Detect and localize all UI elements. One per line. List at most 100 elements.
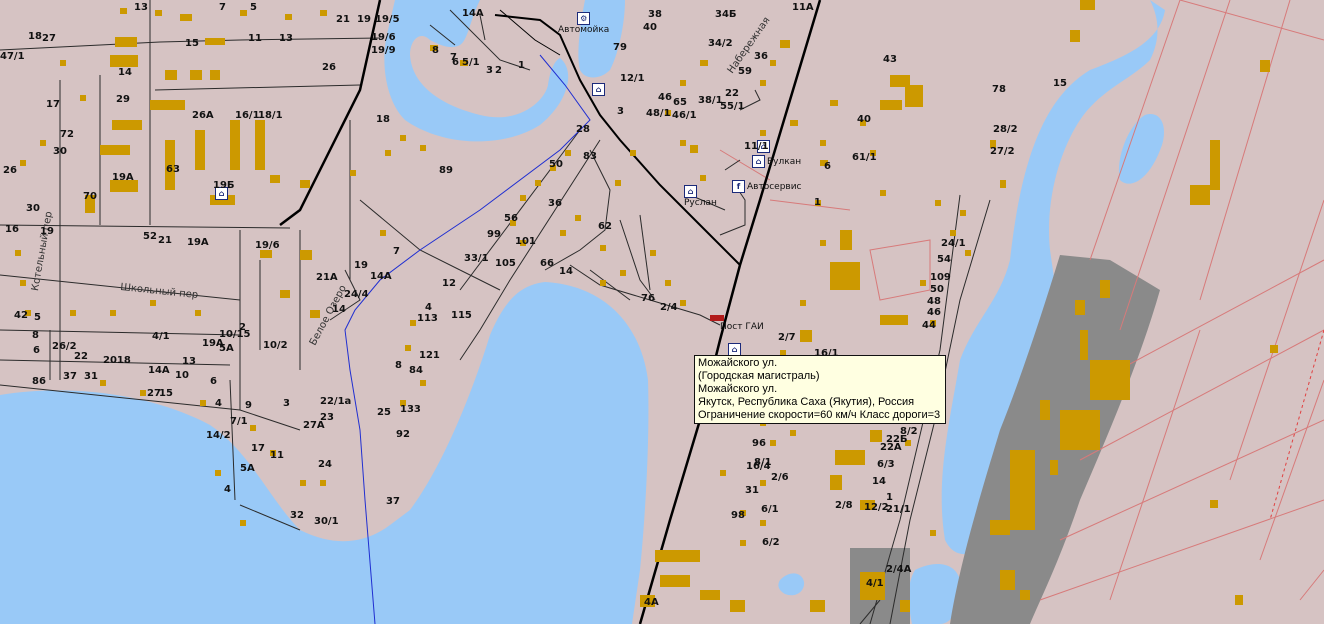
house-number-label: 4 bbox=[215, 398, 222, 409]
house-number-label: 4/1 bbox=[866, 578, 884, 589]
house-number-label: 26А bbox=[192, 110, 214, 121]
house-number-label: 27/2 bbox=[990, 146, 1015, 157]
house-number-label: 1 bbox=[518, 60, 525, 71]
car-wash-icon: ⚙ bbox=[577, 12, 591, 25]
tooltip-line-attributes: Ограничение скорости=60 км/ч Класс дорог… bbox=[698, 409, 941, 421]
house-number-label: 8 bbox=[395, 360, 402, 371]
house-number-label: 6/2 bbox=[762, 537, 780, 548]
house-number-label: 99 bbox=[487, 229, 501, 240]
poi-ruslan[interactable]: ⌂ Руслан bbox=[684, 185, 717, 208]
house-number-label: 27А bbox=[303, 420, 325, 431]
house-number-label: 8 bbox=[432, 45, 439, 56]
house-number-label: 47/1 bbox=[0, 51, 25, 62]
house-number-label: 15 bbox=[185, 38, 199, 49]
house-number-label: 5А bbox=[240, 463, 255, 474]
house-number-label: 22 bbox=[74, 351, 88, 362]
house-number-label: 6 bbox=[824, 161, 831, 172]
house-number-label: 3 bbox=[617, 106, 624, 117]
poi-label: Руслан bbox=[684, 198, 717, 208]
house-number-label: 10 bbox=[175, 370, 189, 381]
house-number-label: 19/6 bbox=[371, 32, 396, 43]
house-number-label: 4 bbox=[224, 484, 231, 495]
house-number-label: 44 bbox=[922, 320, 936, 331]
house-number-label: 26/2 bbox=[52, 341, 77, 352]
house-number-label: 15 bbox=[159, 388, 173, 399]
house-number-label: 2/8 bbox=[835, 500, 853, 511]
gai-post-marker bbox=[710, 315, 724, 321]
house-number-label: 4/1 bbox=[152, 331, 170, 342]
house-number-label: 31 bbox=[84, 371, 98, 382]
house-number-label: 2 bbox=[495, 65, 502, 76]
house-number-label: 48 bbox=[927, 296, 941, 307]
house-number-label: 3 bbox=[486, 65, 493, 76]
house-number-label: 8/1 bbox=[754, 457, 772, 468]
tooltip-line-road-type: (Городская магистраль) bbox=[698, 370, 820, 382]
house-number-label: 17 bbox=[46, 99, 60, 110]
house-number-label: 2 bbox=[239, 322, 246, 333]
house-number-label: 19/6 bbox=[255, 240, 280, 251]
house-number-label: 6 bbox=[33, 345, 40, 356]
house-number-label: 55/1 bbox=[720, 101, 745, 112]
house-number-label: 40 bbox=[643, 22, 657, 33]
house-number-label: 52 bbox=[143, 231, 157, 242]
house-number-label: 30 bbox=[26, 203, 40, 214]
house-number-label: 65 bbox=[673, 97, 687, 108]
house-number-label: 109 bbox=[930, 272, 951, 283]
house-number-label: 36 bbox=[548, 198, 562, 209]
poi-label: Автосервис bbox=[747, 181, 802, 192]
house-number-label: 21А bbox=[316, 272, 338, 283]
house-number-label: 76 bbox=[641, 293, 655, 304]
house-number-label: 33/1 bbox=[464, 253, 489, 264]
house-number-label: 14 bbox=[872, 476, 886, 487]
house-number-label: 86 bbox=[32, 376, 46, 387]
house-number-label: 50 bbox=[930, 284, 944, 295]
poi-avtoservis[interactable]: f Автосервис bbox=[732, 180, 802, 193]
house-number-label: 27 bbox=[42, 33, 56, 44]
house-number-label: 13 bbox=[182, 356, 196, 367]
feature-tooltip: Можайского ул. (Городская магистраль) Мо… bbox=[694, 355, 946, 424]
house-number-label: 30/1 bbox=[314, 516, 339, 527]
house-number-label: 38/1 bbox=[698, 95, 723, 106]
house-number-label: 6/3 bbox=[877, 459, 895, 470]
house-number-label: 40 bbox=[857, 114, 871, 125]
house-number-label: 4 bbox=[425, 302, 432, 313]
poi-vulkan[interactable]: ⌂ Вулкан bbox=[752, 155, 801, 168]
house-number-label: 24/1 bbox=[941, 238, 966, 249]
house-number-label: 63 bbox=[166, 164, 180, 175]
house-number-label: 9 bbox=[245, 400, 252, 411]
house-number-label: 26 bbox=[3, 165, 17, 176]
poi-post-gai[interactable]: Пост ГАИ bbox=[720, 322, 764, 332]
house-number-label: 61/1 bbox=[852, 152, 877, 163]
house-number-label: 22/1а bbox=[320, 396, 352, 407]
house-number-label: 46/1 bbox=[672, 110, 697, 121]
house-number-label: 4А bbox=[644, 597, 659, 608]
house-number-label: 54 bbox=[937, 254, 951, 265]
house-number-label: 12/2 bbox=[864, 502, 889, 513]
poi-small-icon[interactable]: ⌂ bbox=[592, 83, 605, 96]
house-number-label: 59 bbox=[738, 66, 752, 77]
poi-label: Вулкан bbox=[767, 156, 802, 167]
house-number-label: 14 bbox=[332, 304, 346, 315]
house-number-label: 19 bbox=[354, 260, 368, 271]
house-number-label: 115 bbox=[451, 310, 472, 321]
house-number-label: 38 bbox=[648, 9, 662, 20]
house-number-label: 29 bbox=[116, 94, 130, 105]
house-number-label: 113 bbox=[417, 313, 438, 324]
house-number-label: 3 bbox=[283, 398, 290, 409]
house-number-label: 7 bbox=[393, 246, 400, 257]
house-number-label: 14А bbox=[148, 365, 170, 376]
house-number-label: 5А bbox=[219, 343, 234, 354]
house-number-label: 121 bbox=[419, 350, 440, 361]
poi-avtomoika[interactable]: ⚙ Автомойка bbox=[558, 12, 609, 35]
house-number-label: 46 bbox=[658, 92, 672, 103]
house-number-label: 92 bbox=[396, 429, 410, 440]
house-number-label: 19А bbox=[112, 172, 134, 183]
house-number-label: 46 bbox=[927, 307, 941, 318]
map-view[interactable]: Школьный пер Котельный пер Белое Озеро Н… bbox=[0, 0, 1324, 624]
house-number-label: 83 bbox=[583, 151, 597, 162]
house-number-label: 19 bbox=[40, 226, 54, 237]
house-number-label: 78 bbox=[992, 84, 1006, 95]
house-number-label: 13 bbox=[279, 33, 293, 44]
house-number-label: 30 bbox=[53, 146, 67, 157]
house-number-label: 37 bbox=[63, 371, 77, 382]
